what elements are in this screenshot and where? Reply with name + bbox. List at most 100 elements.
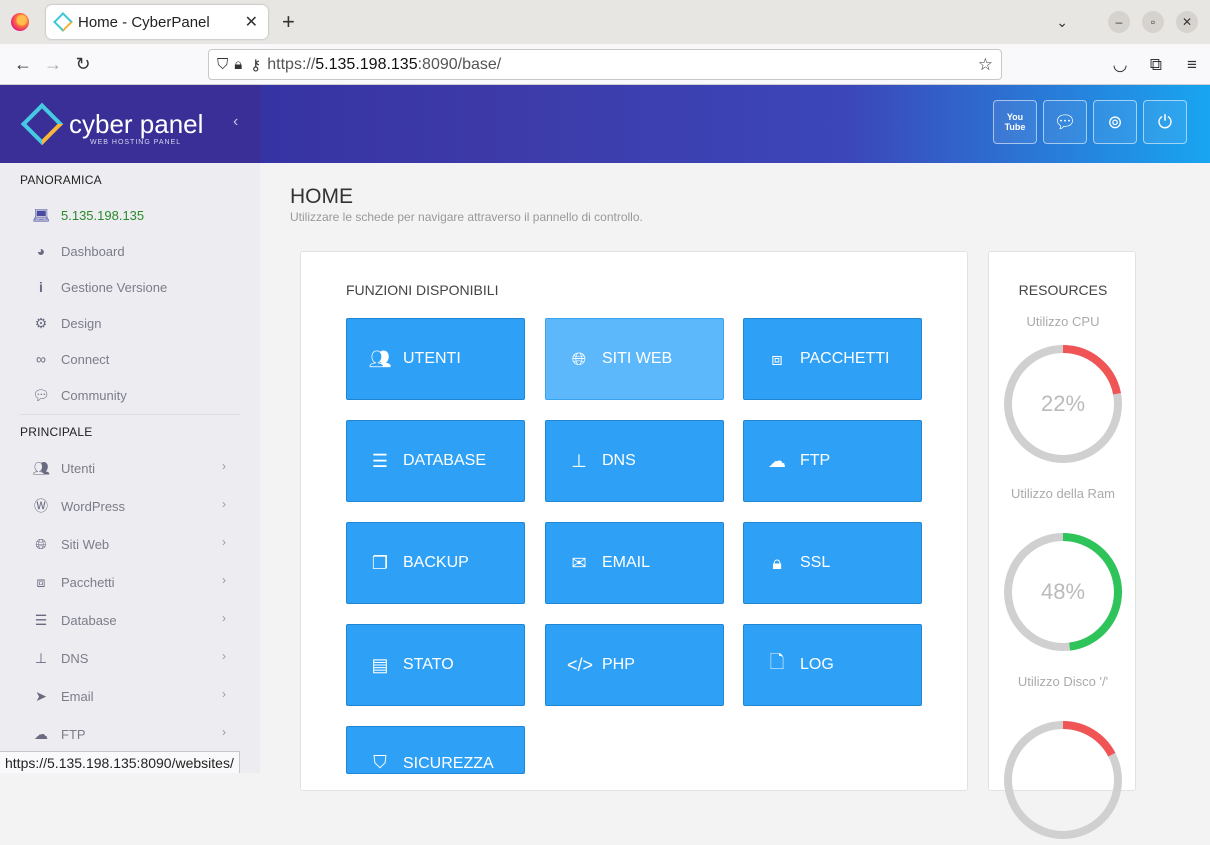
brand-tagline: WEB HOSTING PANEL bbox=[90, 139, 182, 146]
cpu-label: Utilizzo CPU bbox=[1026, 314, 1100, 329]
sitemap-icon: ⊥ bbox=[571, 450, 587, 471]
sidebar-item-packages[interactable]: ⧈ Pacchetti › bbox=[0, 563, 260, 601]
disk-label: Utilizzo Disco '/' bbox=[1017, 674, 1109, 689]
close-window-icon[interactable]: ✕ bbox=[1176, 11, 1198, 33]
sidebar-item-community[interactable]: 💬︎ Community bbox=[0, 377, 260, 413]
menu-icon[interactable]: ≡ bbox=[1174, 55, 1210, 75]
url-path: :8090/base/ bbox=[417, 55, 502, 73]
tile-database[interactable]: ☰ DATABASE bbox=[346, 420, 525, 502]
chevron-right-icon: › bbox=[222, 725, 226, 739]
cpu-value: 22% bbox=[1040, 391, 1086, 416]
file-icon: 🗋︎ bbox=[769, 652, 785, 672]
sidebar-item-dashboard[interactable]: ◕ Dashboard bbox=[0, 233, 260, 269]
tile-log[interactable]: 🗋︎ LOG bbox=[743, 624, 922, 706]
cubes-icon: ⧈ bbox=[771, 348, 783, 369]
extensions-icon[interactable]: ⧉ bbox=[1138, 55, 1174, 75]
cloud-upload-icon: ☁ bbox=[768, 450, 786, 471]
lifebuoy-icon: ⊚ bbox=[1107, 111, 1123, 132]
forward-icon[interactable]: → bbox=[38, 54, 68, 75]
cubes-icon: ⧈ bbox=[36, 573, 46, 590]
tile-backup[interactable]: ❐ BACKUP bbox=[346, 522, 525, 604]
shield-icon: ⛉ bbox=[373, 752, 387, 772]
resources-panel: RESOURCES Utilizzo CPU 22% Utilizzo dell… bbox=[988, 251, 1136, 839]
minimize-icon[interactable]: – bbox=[1108, 11, 1130, 33]
link-icon: ∞ bbox=[36, 351, 46, 367]
chevron-right-icon: › bbox=[222, 649, 226, 663]
resources-title: RESOURCES bbox=[1018, 282, 1108, 298]
functions-panel: FUNZIONI DISPONIBILI 👥︎ UTENTI 🌐︎ SITI WEB… bbox=[300, 251, 968, 791]
sidebar-item-websites[interactable]: 🌐︎ Siti Web › bbox=[0, 525, 260, 563]
comments-icon: 💬︎ bbox=[32, 386, 50, 403]
sidebar-item-database[interactable]: ☰ Database › bbox=[0, 601, 260, 639]
tile-status[interactable]: ▤ STATO bbox=[346, 624, 525, 706]
back-icon[interactable]: ← bbox=[8, 54, 38, 75]
app-header: cyber panel WEB HOSTING PANEL ‹ You Tube… bbox=[0, 85, 1210, 163]
youtube-icon: You Tube bbox=[1004, 112, 1026, 132]
close-tab-icon[interactable]: ✕ bbox=[245, 12, 258, 32]
status-bar-url: https://5.135.198.135:8090/websites/ bbox=[0, 751, 240, 773]
sidebar-item-version[interactable]: i Gestione Versione bbox=[0, 269, 260, 305]
code-icon: </> bbox=[567, 654, 594, 675]
cyberpanel-app: cyber panel WEB HOSTING PANEL ‹ You Tube… bbox=[0, 85, 1210, 839]
url-bar[interactable]: ⛉ 🔒︎ ⚷ https://5.135.198.135:8090/base/ … bbox=[208, 49, 1002, 80]
tab-list-chevron-icon[interactable]: ⌄ bbox=[1056, 14, 1068, 31]
brand[interactable]: cyber panel WEB HOSTING PANEL ‹ bbox=[0, 85, 260, 163]
tile-ftp[interactable]: ☁ FTP bbox=[743, 420, 922, 502]
shield-icon[interactable]: ⛉ bbox=[217, 56, 228, 73]
chevron-right-icon: › bbox=[222, 687, 226, 701]
sidebar-item-server-ip[interactable]: 💻︎ 5.135.198.135 bbox=[0, 197, 260, 233]
wordpress-icon: Ⓦ bbox=[34, 498, 48, 514]
page-title: HOME bbox=[290, 185, 353, 208]
tile-websites[interactable]: 🌐︎ SITI WEB bbox=[545, 318, 724, 400]
chevron-right-icon: › bbox=[222, 497, 226, 511]
firefox-icon[interactable] bbox=[11, 13, 29, 31]
sidebar-item-ftp[interactable]: ☁ FTP › bbox=[0, 715, 260, 753]
lock-icon: 🔒︎ bbox=[772, 552, 782, 573]
support-button[interactable]: ⊚ bbox=[1093, 100, 1137, 144]
youtube-button[interactable]: You Tube bbox=[993, 100, 1037, 144]
logout-button[interactable]: ⏻ bbox=[1143, 100, 1187, 144]
tile-ssl[interactable]: 🔒︎ SSL bbox=[743, 522, 922, 604]
disk-gauge bbox=[1003, 720, 1123, 840]
functions-title: FUNZIONI DISPONIBILI bbox=[346, 282, 499, 298]
database-icon: ☰ bbox=[371, 450, 389, 471]
bookmark-star-icon[interactable]: ☆ bbox=[978, 55, 993, 75]
tile-php[interactable]: </> PHP bbox=[545, 624, 724, 706]
new-tab-icon[interactable]: + bbox=[282, 9, 295, 35]
tile-users[interactable]: 👥︎ UTENTI bbox=[346, 318, 525, 400]
browser-navbar: ← → ↻ ⛉ 🔒︎ ⚷ https://5.135.198.135:8090/… bbox=[0, 44, 1210, 85]
lock-icon[interactable]: 🔒︎ bbox=[234, 56, 242, 73]
reload-icon[interactable]: ↻ bbox=[68, 54, 98, 75]
ram-value: 48% bbox=[1040, 579, 1086, 604]
tile-email[interactable]: ✉ EMAIL bbox=[545, 522, 724, 604]
sidebar-item-wordpress[interactable]: Ⓦ WordPress › bbox=[0, 487, 260, 525]
sidebar-item-dns[interactable]: ⊥ DNS › bbox=[0, 639, 260, 677]
dashboard-icon: ◕ bbox=[36, 243, 46, 259]
chat-button[interactable]: 💬︎ bbox=[1043, 100, 1087, 144]
browser-tabbar: Home - CyberPanel ✕ + ⌄ – ▫ ✕ bbox=[0, 0, 1210, 44]
tile-packages[interactable]: ⧈ PACCHETTI bbox=[743, 318, 922, 400]
tile-security[interactable]: ⛉ SICUREZZA bbox=[346, 726, 525, 774]
database-icon: ☰ bbox=[34, 611, 48, 628]
cloud-upload-icon: ☁ bbox=[34, 725, 48, 742]
maximize-icon[interactable]: ▫ bbox=[1142, 11, 1164, 33]
collapse-sidebar-icon[interactable]: ‹ bbox=[233, 113, 238, 131]
tile-dns[interactable]: ⊥ DNS bbox=[545, 420, 724, 502]
sidebar-item-email[interactable]: ➤ Email › bbox=[0, 677, 260, 715]
brand-name: cyber panel bbox=[69, 109, 204, 139]
chevron-right-icon: › bbox=[222, 573, 226, 587]
sidebar-item-connect[interactable]: ∞ Connect bbox=[0, 341, 260, 377]
key-icon[interactable]: ⚷ bbox=[250, 56, 261, 74]
page-subtitle: Utilizzare le schede per navigare attrav… bbox=[290, 210, 643, 224]
server-icon: ▤ bbox=[371, 654, 389, 675]
sidebar-item-users[interactable]: 👥︎ Utenti › bbox=[0, 449, 260, 487]
url-host: 5.135.198.135 bbox=[315, 55, 418, 73]
pocket-icon[interactable]: ◡ bbox=[1102, 55, 1138, 75]
envelope-icon: ✉ bbox=[571, 552, 587, 573]
ram-gauge: 48% bbox=[1003, 532, 1123, 652]
section-overview: PANORAMICA bbox=[20, 173, 102, 187]
browser-tab[interactable]: Home - CyberPanel ✕ bbox=[46, 5, 268, 39]
sidebar-item-design[interactable]: ⚙ Design bbox=[0, 305, 260, 341]
globe-icon: 🌐︎ bbox=[35, 535, 47, 552]
chevron-right-icon: › bbox=[222, 459, 226, 473]
